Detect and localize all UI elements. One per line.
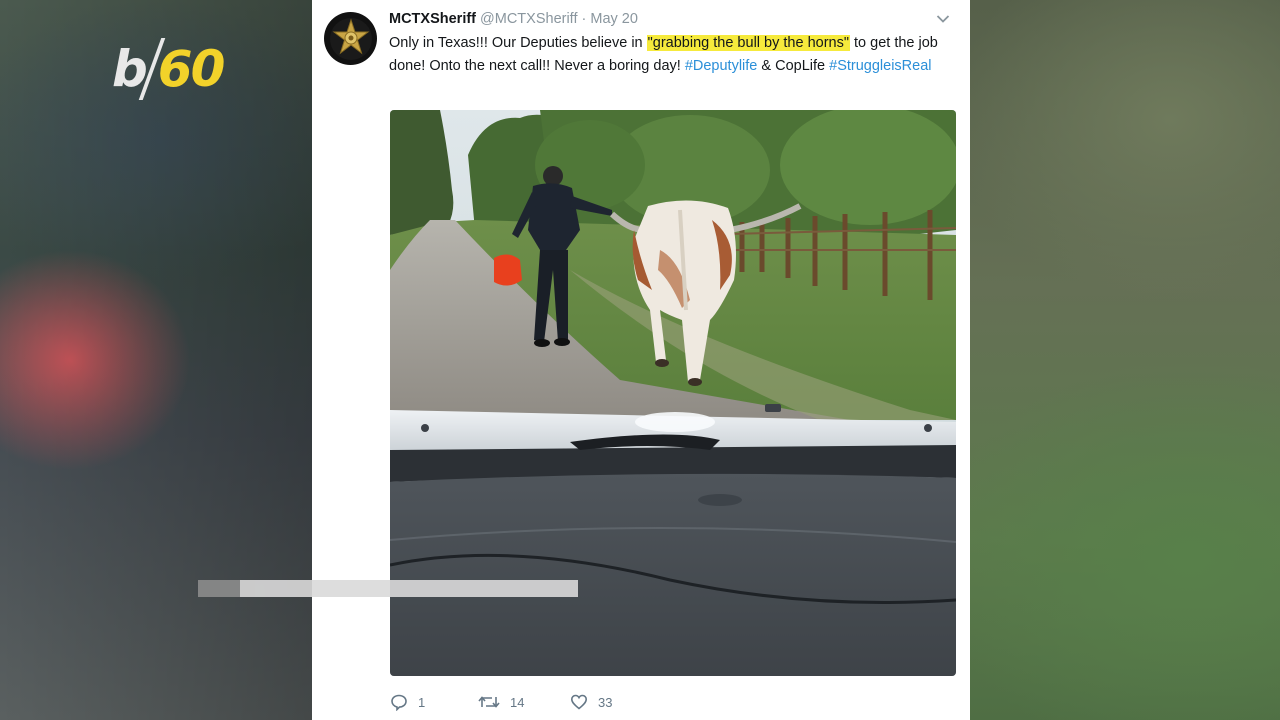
like-icon (570, 694, 588, 710)
chevron-down-icon[interactable] (936, 14, 950, 24)
retweet-button[interactable]: 14 (478, 692, 524, 712)
tweet-card: MCTXSheriff @MCTXSheriff · May 20 Only i… (312, 0, 970, 720)
highlighted-quote: "grabbing the bull by the horns" (646, 35, 850, 51)
display-name[interactable]: MCTXSheriff (389, 11, 476, 27)
tweet-header: MCTXSheriff @MCTXSheriff · May 20 (389, 11, 638, 27)
handle[interactable]: @MCTXSheriff (480, 11, 577, 27)
retweet-icon (478, 696, 500, 708)
retweet-count: 14 (510, 694, 525, 710)
like-button[interactable]: 33 (570, 692, 612, 712)
like-count: 33 (598, 694, 613, 710)
tweet-date[interactable]: May 20 (590, 11, 638, 27)
reply-icon (391, 694, 407, 711)
tweet-text-part3: & CopLife (757, 57, 830, 74)
hashtag-deputylife[interactable]: #Deputylife (685, 58, 758, 74)
logo-b: b (112, 40, 148, 98)
lower-third-accent (198, 580, 240, 597)
reply-button[interactable]: 1 (390, 692, 425, 712)
separator-dot: · (581, 11, 587, 27)
avatar[interactable] (324, 12, 377, 65)
blurred-background-left (0, 0, 312, 720)
sheriff-badge-icon (329, 17, 372, 60)
lower-third-bar (198, 580, 578, 597)
hashtag-struggleisreal[interactable]: #StruggleisReal (829, 58, 931, 74)
reply-count: 1 (418, 694, 426, 710)
logo-number: 60 (157, 40, 226, 98)
tweet-text: Only in Texas!!! Our Deputies believe in… (389, 32, 949, 77)
tweet-text-part1: Only in Texas!!! Our Deputies believe in (389, 35, 647, 51)
blurred-background-right (970, 0, 1280, 720)
b60-logo: b 60 (112, 34, 226, 104)
